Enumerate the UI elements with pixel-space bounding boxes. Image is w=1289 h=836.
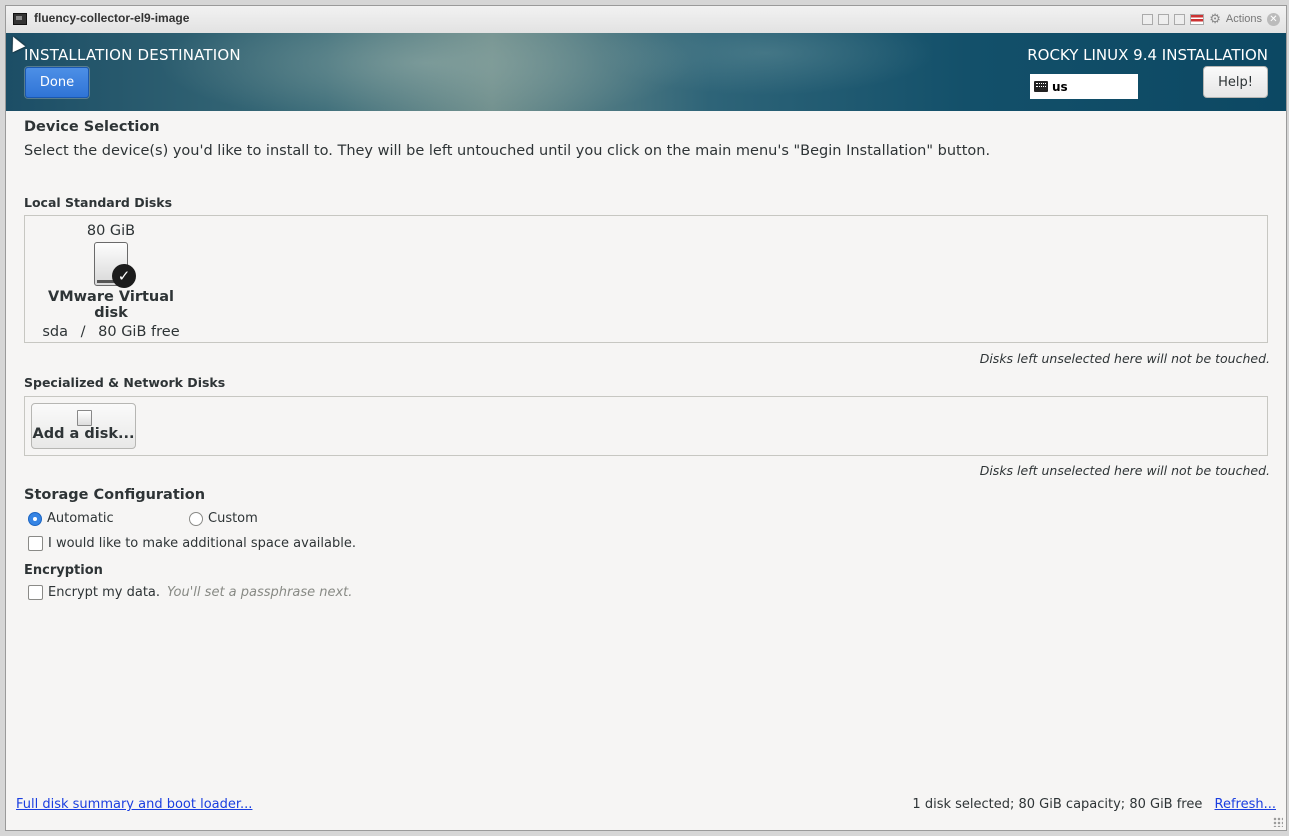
local-disks-note: Disks left unselected here will not be t… bbox=[979, 351, 1270, 366]
extra-space-label[interactable]: I would like to make additional space av… bbox=[48, 536, 356, 551]
keyboard-layout-indicator[interactable]: us bbox=[1030, 74, 1138, 99]
automatic-radio[interactable] bbox=[28, 511, 42, 526]
resize-grip-icon[interactable] bbox=[1273, 817, 1283, 827]
spoke-header: INSTALLATION DESTINATION Done ROCKY LINU… bbox=[6, 33, 1286, 111]
page-title: INSTALLATION DESTINATION bbox=[24, 46, 241, 64]
network-disks-note: Disks left unselected here will not be t… bbox=[979, 463, 1270, 478]
disk-status-text: 1 disk selected; 80 GiB capacity; 80 GiB… bbox=[912, 797, 1203, 812]
add-disk-icon bbox=[77, 410, 92, 426]
help-button[interactable]: Help! bbox=[1203, 66, 1268, 98]
encrypt-row: Encrypt my data. You'll set a passphrase… bbox=[28, 585, 352, 600]
minimize-icon[interactable] bbox=[1142, 13, 1154, 25]
close-icon[interactable]: ✕ bbox=[1267, 12, 1280, 26]
refresh-link[interactable]: Refresh... bbox=[1215, 797, 1277, 812]
installer-window: fluency-collector-el9-image ⚙ Actions ✕ … bbox=[5, 5, 1287, 831]
keyboard-icon bbox=[1034, 81, 1048, 92]
add-disk-label: Add a disk... bbox=[32, 426, 135, 442]
extra-space-checkbox[interactable] bbox=[28, 536, 43, 551]
disk-size: 80 GiB bbox=[86, 223, 136, 239]
automatic-label[interactable]: Automatic bbox=[47, 511, 177, 526]
encrypt-label[interactable]: Encrypt my data. bbox=[48, 585, 160, 600]
storage-config-heading: Storage Configuration bbox=[24, 487, 206, 503]
restore-icon[interactable] bbox=[1158, 13, 1170, 25]
actions-menu[interactable]: Actions bbox=[1226, 13, 1262, 25]
encrypt-checkbox[interactable] bbox=[28, 585, 43, 600]
device-selection-heading: Device Selection bbox=[24, 119, 160, 135]
disk-summary-link[interactable]: Full disk summary and boot loader... bbox=[16, 797, 252, 812]
terminal-icon bbox=[13, 13, 27, 25]
checkmark-icon: ✓ bbox=[112, 264, 136, 288]
local-disks-heading: Local Standard Disks bbox=[24, 195, 173, 210]
done-button[interactable]: Done bbox=[25, 67, 89, 98]
network-disks-heading: Specialized & Network Disks bbox=[24, 375, 226, 390]
window-controls: ⚙ Actions ✕ bbox=[1142, 11, 1280, 27]
disk-details: sda / 80 GiB free bbox=[31, 324, 191, 340]
maximize-icon[interactable] bbox=[1174, 13, 1186, 25]
device-selection-description: Select the device(s) you'd like to insta… bbox=[24, 143, 991, 159]
window-titlebar: fluency-collector-el9-image ⚙ Actions ✕ bbox=[6, 6, 1286, 34]
encryption-heading: Encryption bbox=[24, 563, 103, 578]
encrypt-hint: You'll set a passphrase next. bbox=[167, 585, 353, 600]
disk-device: sda bbox=[42, 324, 69, 340]
local-disks-panel: 80 GiB ✓ VMware Virtual disk sda / 80 Gi… bbox=[24, 215, 1268, 343]
disk-tile-sda[interactable]: 80 GiB ✓ VMware Virtual disk sda / 80 Gi… bbox=[31, 222, 191, 340]
disk-separator: / bbox=[80, 324, 86, 340]
keyboard-layout-label: us bbox=[1052, 79, 1068, 94]
hard-disk-icon: ✓ bbox=[94, 242, 136, 288]
extra-space-row: I would like to make additional space av… bbox=[28, 536, 356, 551]
network-disks-panel: Add a disk... bbox=[24, 396, 1268, 456]
gear-icon[interactable]: ⚙ bbox=[1209, 11, 1221, 27]
custom-radio[interactable] bbox=[189, 511, 203, 526]
window-title: fluency-collector-el9-image bbox=[34, 11, 190, 25]
storage-mode-group: Automatic Custom bbox=[28, 511, 258, 526]
flag-icon[interactable] bbox=[1190, 13, 1205, 25]
footer-status: 1 disk selected; 80 GiB capacity; 80 GiB… bbox=[912, 797, 1276, 812]
disk-name: VMware Virtual disk bbox=[48, 289, 174, 321]
disk-free: 80 GiB free bbox=[98, 324, 180, 340]
custom-label[interactable]: Custom bbox=[208, 511, 258, 526]
add-disk-button[interactable]: Add a disk... bbox=[31, 403, 136, 449]
product-title: ROCKY LINUX 9.4 INSTALLATION bbox=[1027, 46, 1268, 64]
